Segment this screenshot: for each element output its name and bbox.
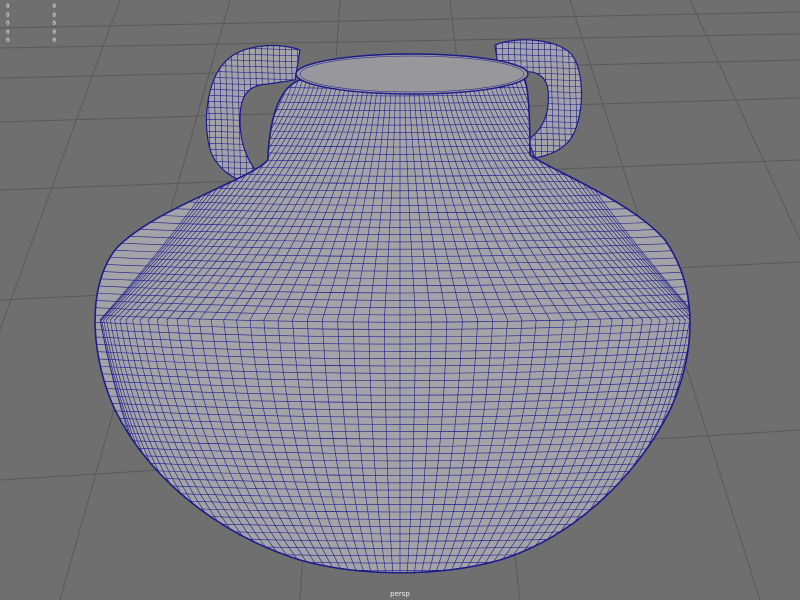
hud-value: 0 bbox=[52, 11, 56, 19]
hud-row: 00 bbox=[6, 3, 56, 12]
hud-row: 00 bbox=[6, 20, 56, 29]
hud-key: 0 bbox=[6, 20, 10, 28]
scene-canvas[interactable] bbox=[0, 0, 800, 600]
hud-row: 00 bbox=[6, 37, 56, 46]
hud-value: 0 bbox=[52, 28, 56, 36]
hud-key: 0 bbox=[6, 28, 10, 36]
perspective-viewport[interactable]: 00 00 00 00 00 persp bbox=[0, 0, 800, 600]
hud-key: 0 bbox=[6, 3, 10, 10]
camera-label: persp bbox=[390, 590, 410, 598]
hud-value: 0 bbox=[52, 3, 56, 10]
hud-value: 0 bbox=[52, 37, 56, 45]
jar-mouth bbox=[295, 53, 529, 95]
jar-mesh[interactable] bbox=[40, 53, 760, 585]
hud-key: 0 bbox=[6, 37, 10, 45]
hud-row: 00 bbox=[6, 12, 56, 21]
hud-key: 0 bbox=[6, 11, 10, 19]
hud-value: 0 bbox=[52, 20, 56, 28]
hud-row: 00 bbox=[6, 29, 56, 38]
hud-stats: 00 00 00 00 00 bbox=[6, 3, 56, 46]
